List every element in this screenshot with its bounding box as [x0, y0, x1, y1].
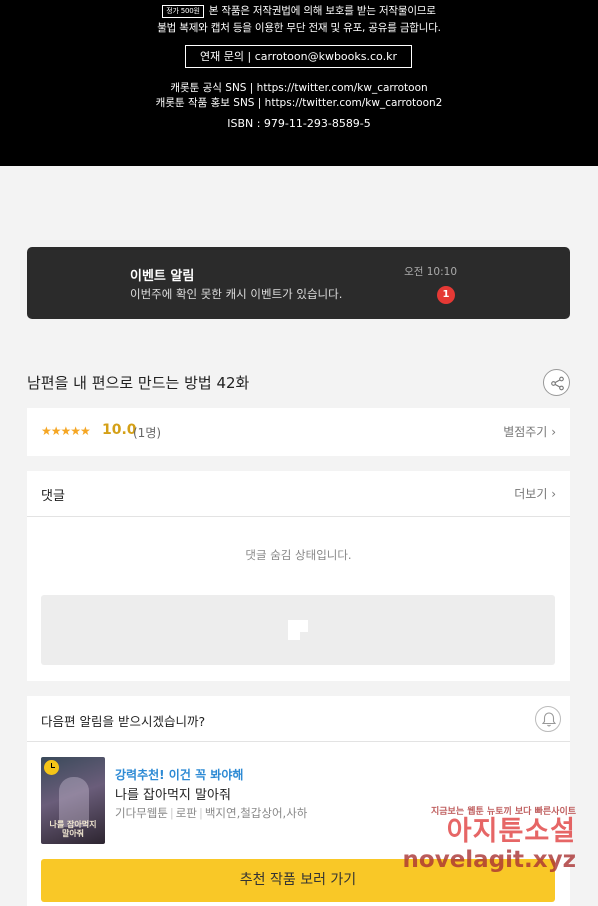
comment-input-placeholder[interactable]: [41, 595, 555, 665]
copyright-line-2: 불법 복제와 캡처 등을 이용한 무단 전재 및 유포, 공유를 금합니다.: [157, 22, 441, 34]
rating-count: (1명): [133, 426, 162, 440]
site-watermark: 지금보는 웹툰 뉴토끼 보다 빠른사이트 아지툰소설 novelagit.xyz: [403, 804, 576, 873]
rate-button-label: 별점주기: [503, 425, 548, 439]
sns-official-link[interactable]: 캐롯툰 공식 SNS | https://twitter.com/kw_carr…: [0, 80, 598, 95]
recommended-work-title[interactable]: 나를 잡아먹지 말아줘: [115, 784, 231, 803]
price-tag: 정가 500원: [162, 5, 204, 18]
rating-stars: ★★★★★: [41, 424, 91, 438]
rating-panel: ★★★★★ 10.0 (1명) 별점주기 ›: [27, 408, 570, 456]
clock-icon: [44, 760, 59, 775]
image-placeholder-icon: [288, 620, 308, 640]
copyright-line-1: 본 작품은 저작권법에 의해 보호를 받는 저작물이므로: [208, 5, 436, 17]
cover-title-art: 나를 잡아먹지 말아줘: [49, 820, 97, 838]
event-notification-card[interactable]: 이벤트 알림 이번주에 확인 못한 캐시 이벤트가 있습니다. 오전 10:10: [27, 247, 570, 319]
sns-promo-link[interactable]: 캐롯툰 작품 홍보 SNS | https://twitter.com/kw_c…: [0, 95, 598, 110]
share-icon: [551, 376, 564, 391]
genre-tag: 로판: [175, 806, 197, 820]
chevron-right-icon: ›: [551, 487, 556, 501]
unread-count-badge: 1: [437, 286, 455, 304]
more-label: 더보기: [514, 487, 548, 501]
comments-title: 댓글: [41, 489, 65, 504]
bell-icon: [541, 712, 557, 727]
rating-score: 10.0: [102, 422, 137, 438]
comments-header: 댓글 더보기 ›: [27, 471, 570, 517]
contact-email-box: 연재 문의 | carrotoon@kwbooks.co.kr: [185, 45, 412, 68]
recommended-work-thumbnail[interactable]: 나를 잡아먹지 말아줘: [41, 757, 105, 844]
recommendation-tag: 강력추천! 이건 꼭 봐야해: [115, 768, 244, 782]
chevron-right-icon: ›: [551, 425, 556, 439]
isbn-text: ISBN : 979-11-293-8589-5: [227, 117, 371, 130]
alert-bell-button[interactable]: [535, 706, 561, 732]
rate-button[interactable]: 별점주기 ›: [503, 423, 556, 440]
episode-title: 남편을 내 편으로 만드는 방법 42화: [27, 374, 250, 392]
comments-hidden-message: 댓글 숨김 상태입니다.: [245, 548, 352, 562]
next-alert-question: 다음편 알림을 받으시겠습니까?: [41, 714, 206, 729]
event-title: 이벤트 알림: [130, 269, 195, 284]
watermark-logo-text: 아지툰소설: [446, 816, 576, 847]
share-button[interactable]: [543, 369, 570, 396]
authors: 백지연,철갑상어,사하: [204, 806, 308, 820]
next-alert-header: 다음편 알림을 받으시겠습니까?: [27, 696, 570, 742]
comments-more-button[interactable]: 더보기 ›: [514, 485, 556, 502]
event-description: 이번주에 확인 못한 캐시 이벤트가 있습니다.: [130, 287, 343, 301]
copyright-notice-banner: 정가 500원 본 작품은 저작권법에 의해 보호를 받는 저작물이므로 불법 복…: [0, 0, 598, 166]
genre-category: 기다무웹툰: [115, 806, 168, 820]
next-episode-panel: 다음편 알림을 받으시겠습니까? 나를 잡아먹지 말아줘 강력추천! 이건 꼭 …: [27, 696, 570, 906]
comments-panel: 댓글 더보기 › 댓글 숨김 상태입니다.: [27, 471, 570, 681]
event-time: 오전 10:10: [404, 266, 457, 278]
watermark-url: novelagit.xyz: [402, 847, 576, 873]
recommended-work-meta: 기다무웹툰 | 로판 | 백지연,철갑상어,사하: [115, 806, 308, 820]
